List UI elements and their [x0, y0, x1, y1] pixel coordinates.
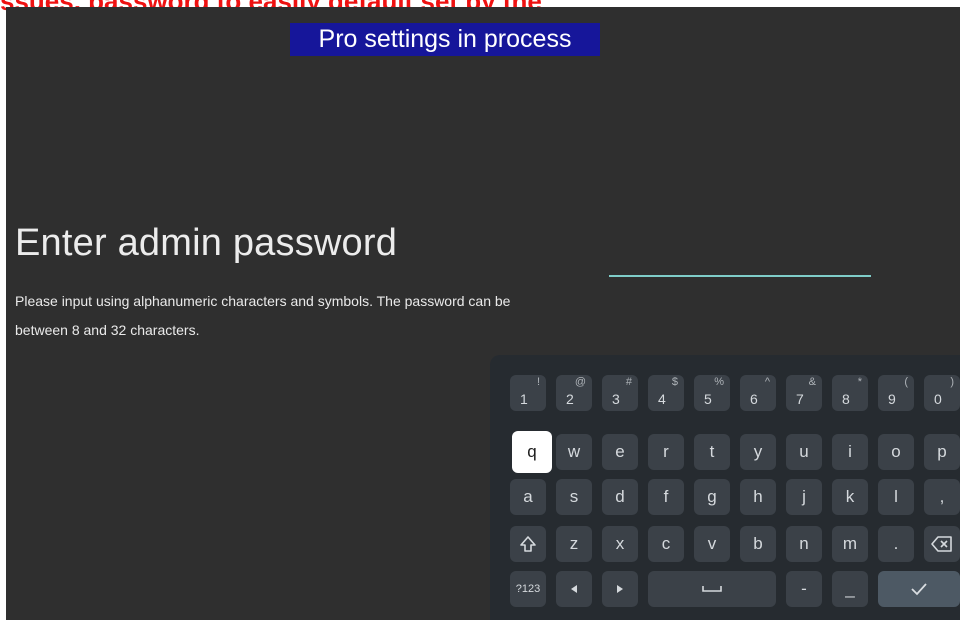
key-p[interactable]: p — [924, 434, 960, 470]
space-icon — [702, 585, 722, 593]
key-o[interactable]: o — [878, 434, 914, 470]
checkmark-icon — [910, 582, 928, 596]
key-0[interactable]: 0 ) — [924, 375, 960, 411]
key-l[interactable]: l — [878, 479, 914, 515]
backspace-icon — [931, 536, 953, 552]
key-y[interactable]: y — [740, 434, 776, 470]
key-v[interactable]: v — [694, 526, 730, 562]
key-sublabel: % — [714, 376, 724, 388]
key-sublabel: ) — [950, 376, 954, 388]
key-m[interactable]: m — [832, 526, 868, 562]
key-sublabel: $ — [671, 376, 678, 388]
arrow-right-icon — [615, 584, 625, 594]
key-cursor-right[interactable] — [602, 571, 638, 607]
key-1[interactable]: 1 ! — [510, 375, 546, 411]
key-b[interactable]: b — [740, 526, 776, 562]
key-3[interactable]: 3 # — [602, 375, 638, 411]
on-screen-keyboard: 1 ! 2 @ 3 # 4 $ 5 % 6 ^ 7 & 8 * 9 (0) … — [490, 355, 960, 620]
key-sublabel: @ — [574, 376, 586, 388]
key-label: 1 — [520, 391, 528, 407]
key-j[interactable]: j — [786, 479, 822, 515]
key-t[interactable]: t — [694, 434, 730, 470]
arrow-left-icon — [569, 584, 579, 594]
shift-icon — [519, 535, 537, 553]
key-a[interactable]: a — [510, 479, 546, 515]
key-underscore[interactable]: _ — [832, 571, 868, 607]
key-sublabel: ^ — [764, 376, 770, 388]
key-g[interactable]: g — [694, 479, 730, 515]
key-i[interactable]: i — [832, 434, 868, 470]
key-4[interactable]: 4 $ — [648, 375, 684, 411]
key-label: 5 — [704, 391, 712, 407]
key-w[interactable]: w — [556, 434, 592, 470]
key-label: 8 — [842, 391, 850, 407]
key-dash[interactable]: - — [786, 571, 822, 607]
key-done[interactable] — [878, 571, 960, 607]
key-u[interactable]: u — [786, 434, 822, 470]
key-sublabel: # — [625, 376, 632, 388]
key-cursor-left[interactable] — [556, 571, 592, 607]
key-7[interactable]: 7 & — [786, 375, 822, 411]
key-space[interactable] — [648, 571, 776, 607]
key-sublabel: ! — [536, 376, 540, 388]
key-z[interactable]: z — [556, 526, 592, 562]
key-shift[interactable] — [510, 526, 546, 562]
key-comma[interactable]: , — [924, 479, 960, 515]
symbols-toggle-key[interactable]: ?123 — [510, 571, 546, 607]
key-6[interactable]: 6 ^ — [740, 375, 776, 411]
key-s[interactable]: s — [556, 479, 592, 515]
key-label: 2 — [566, 391, 574, 407]
key-sublabel: ( — [904, 376, 908, 388]
key-label: 0 — [934, 391, 942, 407]
page-title: Enter admin password — [15, 222, 398, 264]
key-label: 6 — [750, 391, 758, 407]
key-backspace[interactable] — [924, 526, 960, 562]
key-k[interactable]: k — [832, 479, 868, 515]
password-instructions: Please input using alphanumeric characte… — [15, 293, 511, 338]
key-f[interactable]: f — [648, 479, 684, 515]
key-e[interactable]: e — [602, 434, 638, 470]
key-period[interactable]: . — [878, 526, 914, 562]
key-label: 9 — [888, 391, 896, 407]
key-sublabel: & — [808, 376, 816, 388]
key-n[interactable]: n — [786, 526, 822, 562]
key-q[interactable]: q — [512, 431, 552, 473]
pro-settings-banner: Pro settings in process — [290, 23, 600, 56]
key-5[interactable]: 5 % — [694, 375, 730, 411]
key-x[interactable]: x — [602, 526, 638, 562]
key-c[interactable]: c — [648, 526, 684, 562]
key-r[interactable]: r — [648, 434, 684, 470]
key-label: 7 — [796, 391, 804, 407]
key-d[interactable]: d — [602, 479, 638, 515]
key-label: 4 — [658, 391, 666, 407]
key-h[interactable]: h — [740, 479, 776, 515]
key-label: 3 — [612, 391, 620, 407]
admin-password-input[interactable] — [609, 255, 871, 277]
key-sublabel: * — [857, 376, 862, 388]
key-8[interactable]: 8 * — [832, 375, 868, 411]
tv-screen: Pro settings in process Enter admin pass… — [6, 7, 960, 620]
key-2[interactable]: 2 @ — [556, 375, 592, 411]
key-9[interactable]: 9 ( — [878, 375, 914, 411]
